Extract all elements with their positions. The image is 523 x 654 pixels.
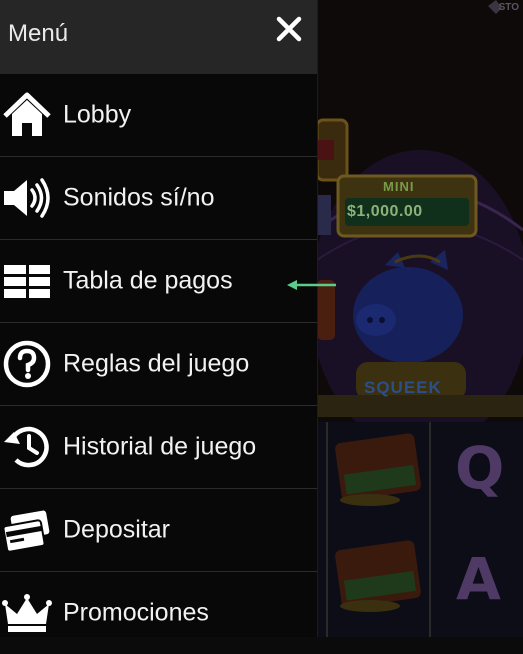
menu-item-label: Historial de juego — [63, 432, 257, 461]
game-logo: STO — [498, 2, 519, 13]
paytable-grid-icon — [2, 256, 52, 306]
menu-item-promotions[interactable]: Promociones — [0, 572, 317, 654]
menu-item-game-history[interactable]: Historial de juego — [0, 406, 317, 489]
menu-item-game-rules[interactable]: Reglas del juego — [0, 323, 317, 406]
menu-item-sound-toggle[interactable]: Sonidos sí/no — [0, 157, 317, 240]
reel-symbol-q: Q — [455, 434, 505, 502]
cards-icon — [2, 505, 52, 555]
menu-title: Menú — [8, 20, 69, 47]
speaker-icon — [2, 173, 52, 223]
menu-item-lobby[interactable]: Lobby — [0, 74, 317, 157]
help-circle-icon — [2, 339, 52, 389]
close-icon — [276, 16, 302, 42]
jackpot-mini-value: $1,000.00 — [347, 203, 423, 220]
menu-header: Menú — [0, 0, 317, 74]
menu-item-label: Reglas del juego — [63, 349, 250, 378]
history-icon — [2, 422, 52, 472]
reel-symbol-a: A — [456, 545, 501, 613]
menu-item-label: Sonidos sí/no — [63, 183, 215, 212]
menu-item-paytable[interactable]: Tabla de pagos — [0, 240, 317, 323]
jackpot-mini-label: MINI — [383, 179, 415, 194]
menu-item-deposit[interactable]: Depositar — [0, 489, 317, 572]
menu-item-label: Depositar — [63, 515, 170, 544]
menu-item-label: Lobby — [63, 100, 132, 129]
crown-icon — [2, 588, 52, 638]
menu-item-label: Promociones — [63, 598, 209, 627]
close-button[interactable] — [272, 12, 306, 46]
home-icon — [2, 90, 52, 140]
side-menu: Menú Lobby Sonidos sí/no Tabla de pagos … — [0, 0, 318, 637]
pointer-arrow-icon — [287, 280, 336, 290]
menu-item-label: Tabla de pagos — [63, 266, 233, 295]
pig-label: SQUEEK — [364, 378, 442, 397]
